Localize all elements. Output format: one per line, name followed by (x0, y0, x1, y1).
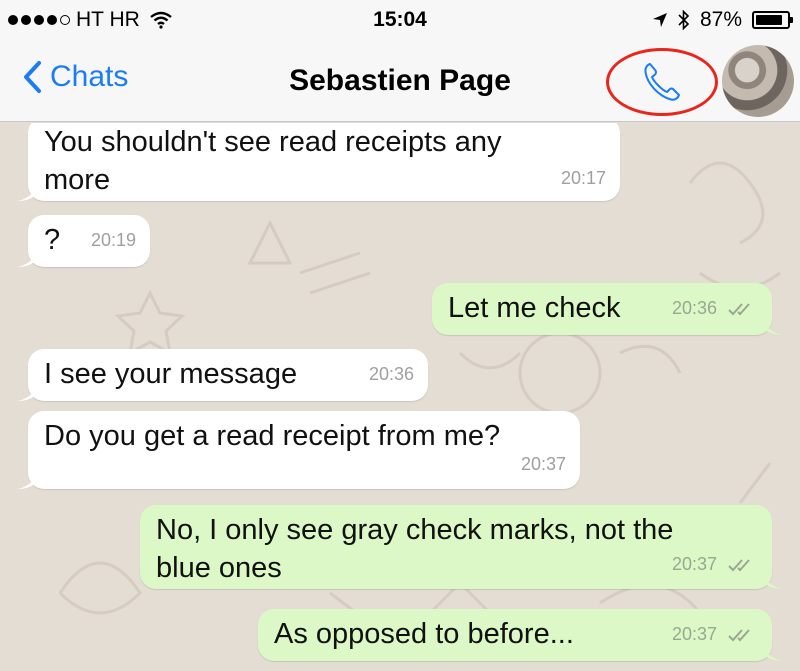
message-time: 20:19 (90, 230, 136, 250)
message-time: 20:36 (671, 298, 717, 318)
status-bar: HT HR 15:04 87% (0, 0, 800, 42)
location-arrow-icon (652, 13, 667, 27)
double-check-icon (728, 303, 750, 316)
message-time-row: 20:37 (672, 545, 756, 583)
message-text: ? (44, 224, 61, 256)
call-button[interactable] (606, 48, 718, 116)
double-check-icon (728, 559, 750, 572)
message-text: Do you get a read receipt from me? (44, 420, 501, 452)
message-bubble-incoming[interactable]: ? 20:19 (18, 215, 150, 267)
message-bubble-outgoing[interactable]: As opposed to before... 20:37 (258, 609, 782, 661)
contact-avatar[interactable] (722, 45, 794, 117)
message-text: Let me check (448, 292, 621, 324)
battery-icon (752, 11, 793, 29)
bluetooth-icon (678, 10, 690, 30)
status-right: 87% (652, 8, 793, 32)
message-bubble-incoming[interactable]: I see your message 20:36 (18, 349, 428, 401)
message-time: 20:37 (671, 624, 717, 644)
message-time: 20:17 (560, 168, 606, 188)
message-time: 20:37 (520, 454, 566, 474)
message-time-row: 20:36 (672, 289, 756, 327)
message-time-row: 20:37 (672, 615, 756, 653)
message-time: 20:36 (368, 364, 414, 384)
chat-area[interactable]: You shouldn't see read receipts any more… (0, 123, 800, 671)
message-text: more (44, 164, 111, 196)
message-bubble-incoming[interactable]: Do you get a read receipt from me? 20:37 (18, 411, 580, 489)
message-text: blue ones (156, 552, 282, 584)
phone-icon (644, 63, 680, 101)
message-text: No, I only see gray check marks, not the (156, 514, 674, 546)
message-text: I see your message (44, 358, 298, 390)
double-check-icon (728, 629, 750, 642)
message-time: 20:37 (671, 554, 717, 574)
message-bubble-incoming[interactable]: You shouldn't see read receipts any more… (18, 123, 620, 201)
message-text: You shouldn't see read receipts any (44, 126, 502, 158)
navigation-bar: Chats Sebastien Page (0, 42, 800, 122)
message-bubble-outgoing[interactable]: No, I only see gray check marks, not the… (140, 505, 782, 589)
message-bubble-outgoing[interactable]: Let me check 20:36 (432, 283, 782, 335)
battery-percent: 87% (699, 8, 742, 31)
message-text: As opposed to before... (274, 618, 574, 650)
